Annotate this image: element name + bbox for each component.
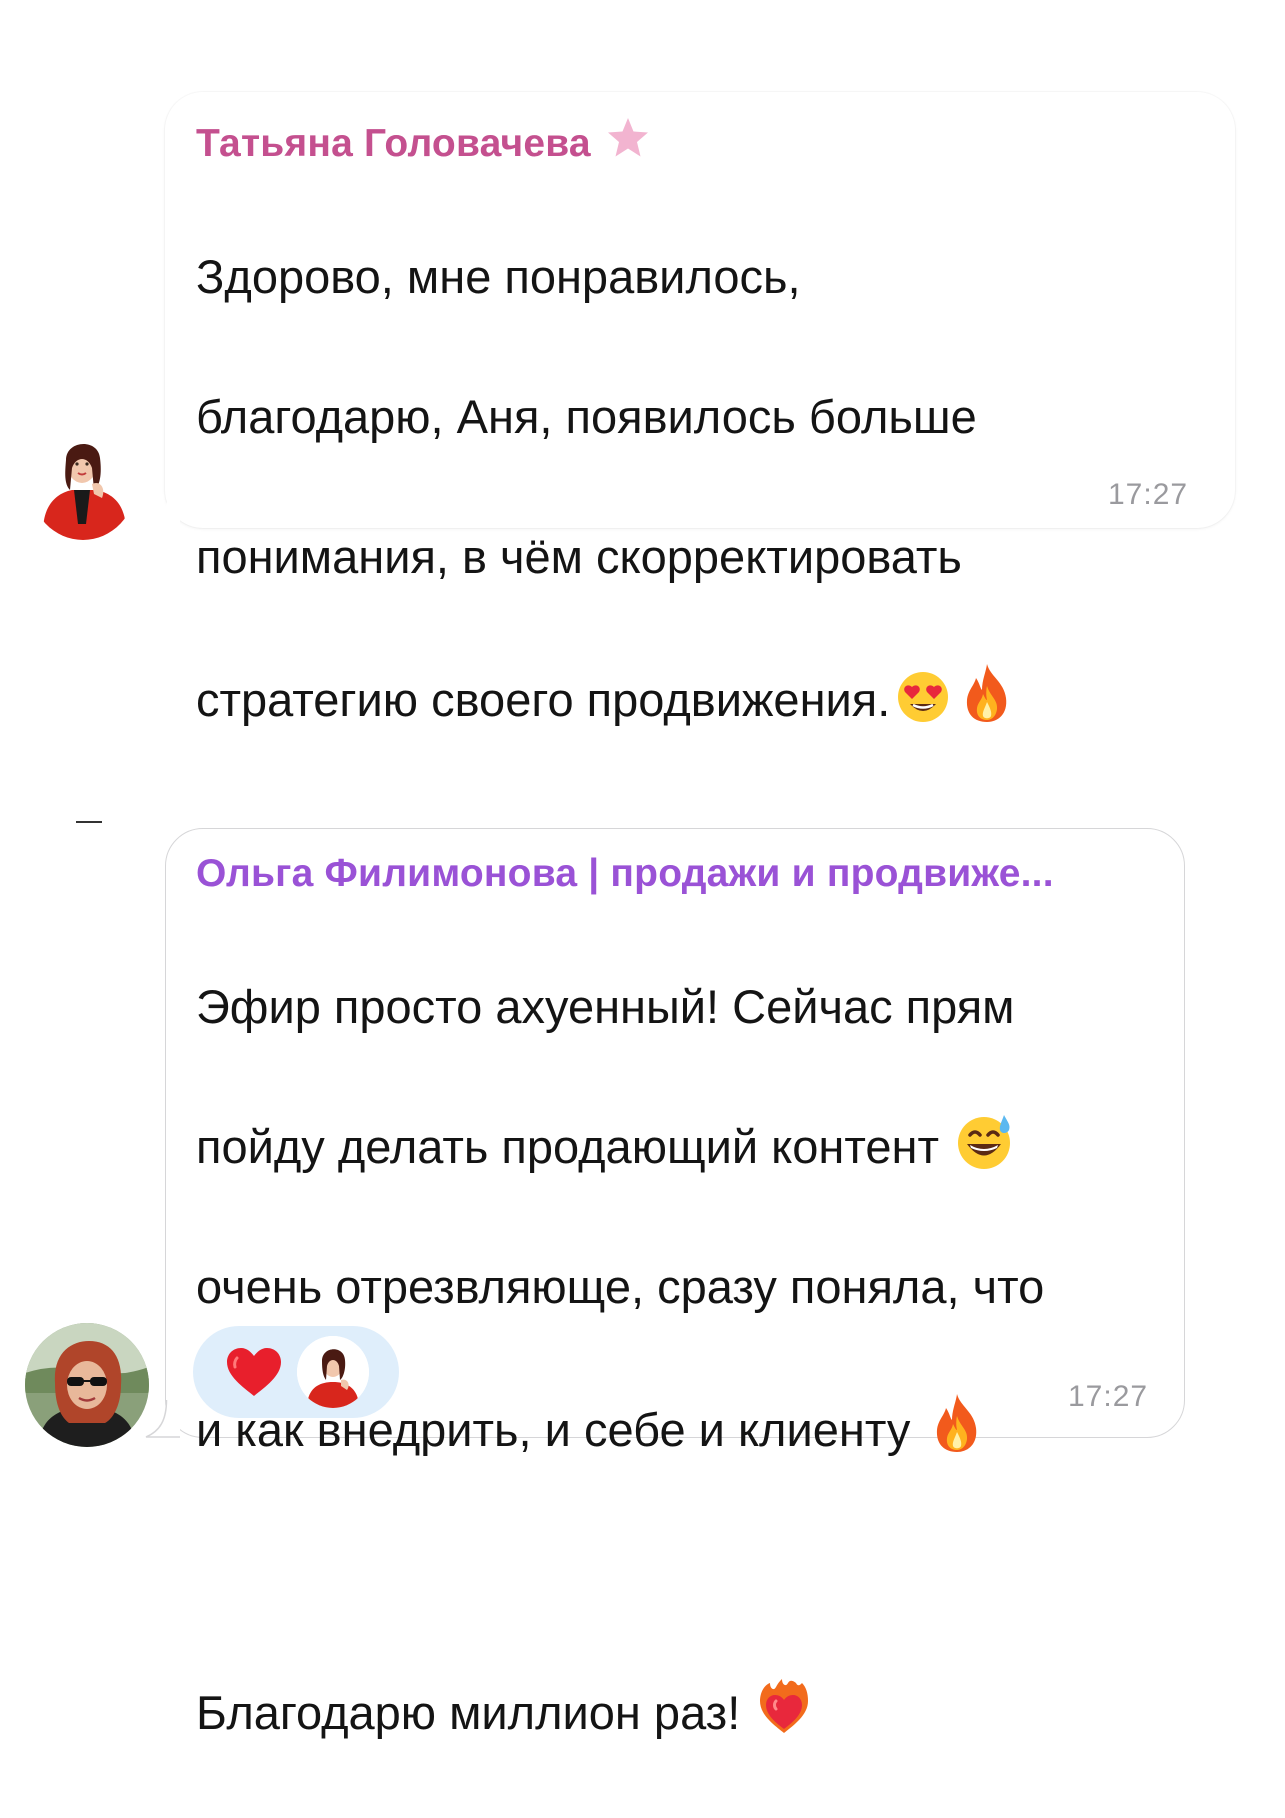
message-1-line-1: Здорово, мне понравилось, <box>196 250 801 303</box>
message-text-1: Здорово, мне понравилось, благодарю, Аня… <box>196 172 1206 805</box>
avatar-image-1 <box>30 428 136 540</box>
reactions-pill[interactable] <box>193 1326 399 1418</box>
sender-name-text-1: Татьяна Головачева <box>196 122 591 165</box>
message-2-blank-line: ​ <box>196 1535 1156 1605</box>
divider-mark <box>76 821 102 823</box>
message-1-line-4-text: стратегию своего продвижения. <box>196 673 891 726</box>
bubble-tail-2 <box>145 1400 180 1438</box>
timestamp-1: 17:27 <box>1108 478 1189 511</box>
heart-on-fire-emoji <box>760 1679 809 1733</box>
message-1-line-3: понимания, в чём скорректировать <box>196 530 962 583</box>
message-2-line-1: Эфир просто ахуенный! Сейчас прям <box>196 980 1015 1033</box>
sender-name-1[interactable]: Татьяна Головачева <box>196 116 651 166</box>
sender-avatar-1[interactable] <box>30 428 136 540</box>
timestamp-2: 17:27 <box>1068 1380 1149 1413</box>
bubble-tail-1 <box>146 490 180 528</box>
message-1-line-2: благодарю, Аня, появилось больше <box>196 390 977 443</box>
sender-avatar-2[interactable] <box>25 1323 149 1447</box>
avatar-image-2 <box>25 1323 149 1447</box>
heart-eyes-emoji <box>898 672 949 722</box>
message-2-line-6: Благодарю миллион раз! <box>196 1675 1156 1748</box>
reactor-avatar[interactable] <box>297 1336 369 1408</box>
sender-name-2[interactable]: Ольга Филимонова | продажи и продвиже... <box>196 852 1054 896</box>
grinning-sweat-emoji <box>957 1115 1010 1169</box>
fire-emoji <box>967 664 1007 722</box>
star-icon <box>607 118 648 157</box>
message-2-line-2: пойду делать продающий контент <box>196 1112 1156 1182</box>
reactor-avatar-image <box>297 1336 369 1408</box>
red-heart-icon[interactable] <box>225 1346 283 1398</box>
message-2-line-3: очень отрезвляюще, сразу поняла, что <box>196 1260 1045 1313</box>
message-1-line-4: стратегию своего продвижения. <box>196 662 1206 735</box>
message-2-line-2-text: пойду делать продающий контент <box>196 1120 939 1173</box>
fire-emoji <box>937 1394 977 1452</box>
message-2-line-6-text: Благодарю миллион раз! <box>196 1686 741 1739</box>
